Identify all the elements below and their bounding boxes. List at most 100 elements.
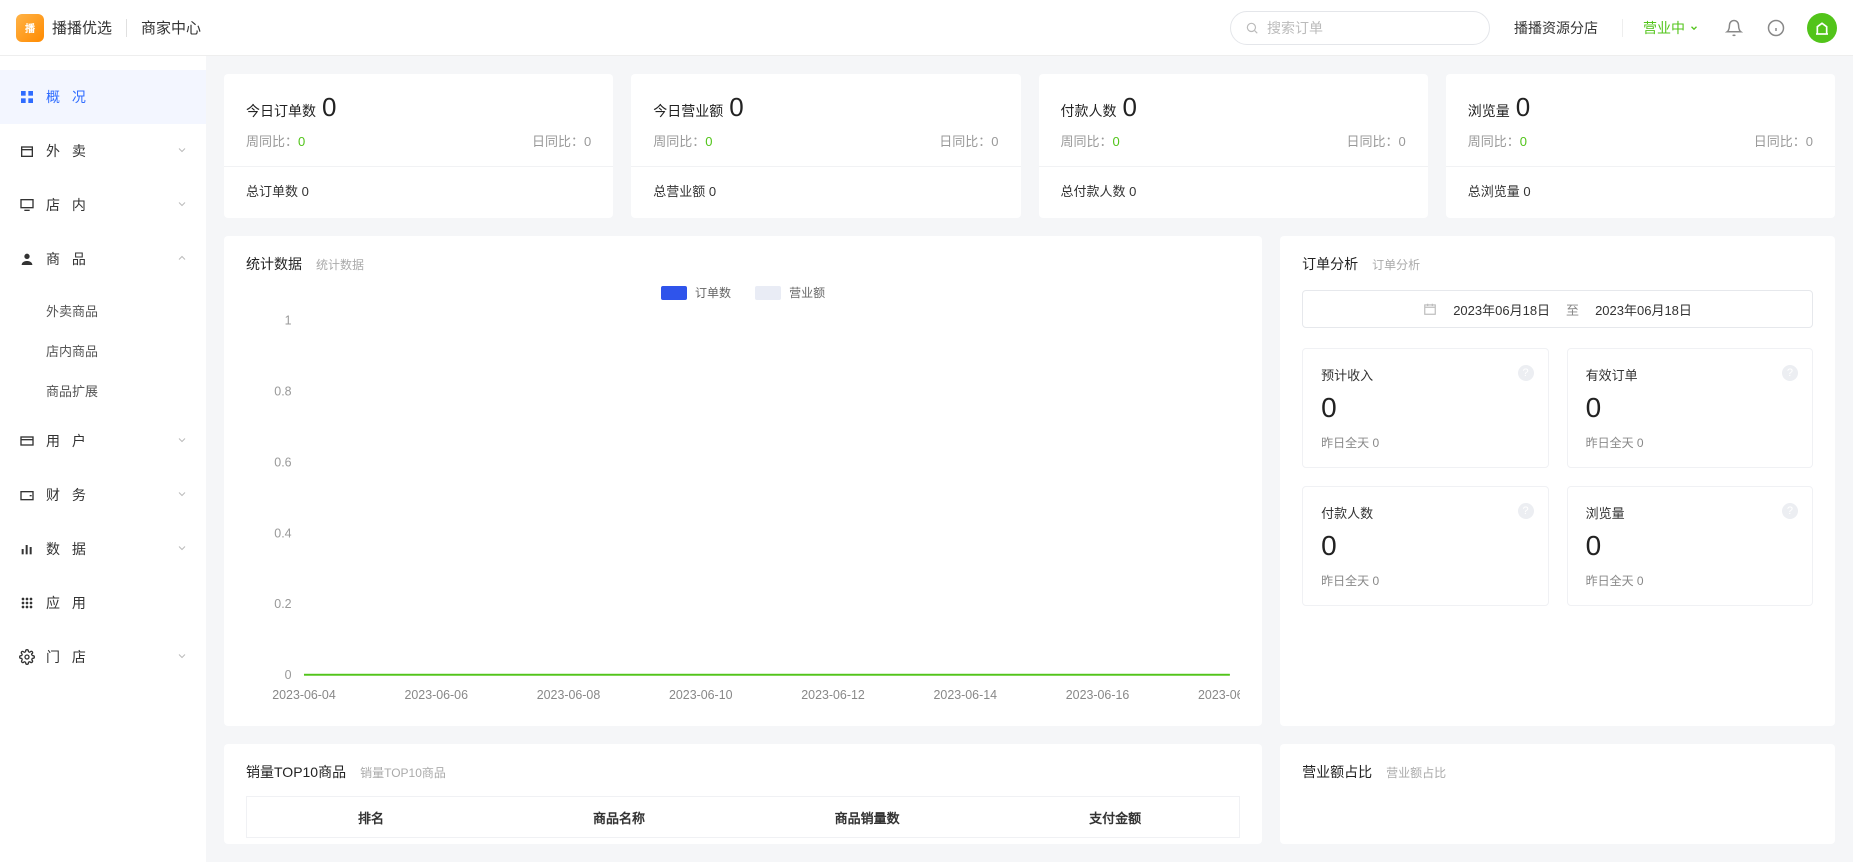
mini-value: 0 — [1586, 392, 1794, 424]
dod-compare: 日同比：0 — [939, 131, 998, 150]
stat-total: 总浏览量 0 — [1468, 181, 1813, 200]
monitor-icon — [18, 196, 36, 214]
stat-value: 0 — [1123, 92, 1137, 123]
chevron-down-icon — [176, 143, 188, 159]
analysis-mini-card: 预计收入 ? 0 昨日全天 0 — [1302, 348, 1548, 468]
help-icon[interactable]: ? — [1518, 503, 1534, 519]
legend-label: 营业额 — [789, 284, 825, 301]
stat-total: 总订单数 0 — [246, 181, 591, 200]
divider — [1622, 19, 1623, 37]
help-icon[interactable]: ? — [1782, 503, 1798, 519]
mini-sub: 昨日全天 0 — [1586, 434, 1794, 451]
panel-title: 销量TOP10商品 — [246, 762, 346, 782]
sidebar-subitem-instore-products[interactable]: 店内商品 — [0, 330, 206, 370]
mini-label: 预计收入 — [1321, 365, 1529, 384]
table-column-header: 排名 — [247, 808, 495, 827]
analysis-mini-card: 有效订单 ? 0 昨日全天 0 — [1567, 348, 1813, 468]
mini-label: 付款人数 — [1321, 503, 1529, 522]
stats-panel: 统计数据 统计数据 订单数 营业额 00.20.40.60.812023-06-… — [224, 236, 1262, 726]
panel-subtitle: 销量TOP10商品 — [360, 764, 446, 781]
mini-value: 0 — [1586, 530, 1794, 562]
sidebar-item-instore[interactable]: 店 内 — [0, 178, 206, 232]
legend-item-revenue[interactable]: 营业额 — [755, 284, 825, 301]
sidebar-subitem-product-extension[interactable]: 商品扩展 — [0, 370, 206, 410]
sidebar-item-label: 店 内 — [46, 195, 90, 215]
sidebar-subitem-delivery-products[interactable]: 外卖商品 — [0, 290, 206, 330]
mini-sub: 昨日全天 0 — [1586, 572, 1794, 589]
help-icon[interactable]: ? — [1518, 365, 1534, 381]
sidebar-item-label: 用 户 — [46, 431, 90, 451]
sidebar-item-delivery[interactable]: 外 卖 — [0, 124, 206, 178]
date-to-label: 至 — [1566, 300, 1579, 319]
chevron-down-icon — [176, 433, 188, 449]
resource-link[interactable]: 播播资源分店 — [1514, 18, 1598, 38]
svg-text:2023-06-12: 2023-06-12 — [801, 687, 865, 703]
svg-text:2023-06-10: 2023-06-10 — [669, 687, 733, 703]
stat-title: 今日营业额 — [653, 101, 723, 121]
sidebar-item-label: 商 品 — [46, 249, 90, 269]
logo-icon: 播 — [16, 14, 44, 42]
stat-title: 付款人数 — [1061, 101, 1117, 121]
wow-compare: 周同比：0 — [653, 131, 712, 150]
analysis-mini-cards: 预计收入 ? 0 昨日全天 0 有效订单 ? 0 昨日全天 0 付款人数 ? 0… — [1302, 348, 1813, 606]
stat-value: 0 — [1516, 92, 1530, 123]
svg-text:2023-06-08: 2023-06-08 — [537, 687, 601, 703]
mini-value: 0 — [1321, 530, 1529, 562]
svg-text:0.4: 0.4 — [274, 525, 291, 541]
mini-value: 0 — [1321, 392, 1529, 424]
analysis-mini-card: 浏览量 ? 0 昨日全天 0 — [1567, 486, 1813, 606]
stat-total: 总营业额 0 — [653, 181, 998, 200]
legend-label: 订单数 — [695, 284, 731, 301]
table-column-header: 商品名称 — [495, 808, 743, 827]
top10-table-header: 排名商品名称商品销量数支付金额 — [246, 796, 1240, 838]
main-content: 今日订单数 0 周同比：0 日同比：0 总订单数 0 今日营业额 0 周同比：0… — [206, 56, 1853, 862]
stat-value: 0 — [729, 92, 743, 123]
sidebar-item-products[interactable]: 商 品 — [0, 232, 206, 286]
stat-card: 今日营业额 0 周同比：0 日同比：0 总营业额 0 — [631, 74, 1020, 218]
header: 播 播播优选 商家中心 搜索订单 播播资源分店 营业中 — [0, 0, 1853, 56]
box-icon — [18, 142, 36, 160]
help-icon[interactable]: ? — [1782, 365, 1798, 381]
svg-text:2023-06-14: 2023-06-14 — [934, 687, 998, 703]
dod-compare: 日同比：0 — [1754, 131, 1813, 150]
date-from: 2023年06月18日 — [1453, 300, 1550, 319]
dod-compare: 日同比：0 — [532, 131, 591, 150]
table-column-header: 支付金额 — [991, 808, 1239, 827]
stat-card: 浏览量 0 周同比：0 日同比：0 总浏览量 0 — [1446, 74, 1835, 218]
panel-subtitle: 营业额占比 — [1386, 764, 1446, 781]
sidebar-submenu-products: 外卖商品 店内商品 商品扩展 — [0, 286, 206, 414]
chevron-down-icon — [176, 487, 188, 503]
panel-subtitle: 订单分析 — [1372, 256, 1420, 273]
sidebar-item-finance[interactable]: 财 务 — [0, 468, 206, 522]
store-status-dropdown[interactable]: 营业中 — [1643, 18, 1699, 38]
chart-legend: 订单数 营业额 — [246, 284, 1240, 301]
analysis-mini-card: 付款人数 ? 0 昨日全天 0 — [1302, 486, 1548, 606]
sidebar-item-users[interactable]: 用 户 — [0, 414, 206, 468]
info-icon[interactable] — [1765, 17, 1787, 39]
apps-icon — [18, 594, 36, 612]
bell-icon[interactable] — [1723, 17, 1745, 39]
table-column-header: 商品销量数 — [743, 808, 991, 827]
legend-swatch — [755, 286, 781, 300]
sidebar-item-apps[interactable]: 应 用 — [0, 576, 206, 630]
sidebar-item-store[interactable]: 门 店 — [0, 630, 206, 684]
chevron-down-icon — [176, 541, 188, 557]
sidebar-item-label: 财 务 — [46, 485, 90, 505]
date-to: 2023年06月18日 — [1595, 300, 1692, 319]
avatar[interactable] — [1807, 13, 1837, 43]
sidebar-item-overview[interactable]: 概 况 — [0, 70, 206, 124]
person-icon — [18, 250, 36, 268]
legend-item-orders[interactable]: 订单数 — [661, 284, 731, 301]
panel-subtitle: 统计数据 — [316, 256, 364, 273]
panel-title: 营业额占比 — [1302, 762, 1372, 782]
sidebar-item-data[interactable]: 数 据 — [0, 522, 206, 576]
chevron-down-icon — [176, 649, 188, 665]
chevron-down-icon — [176, 197, 188, 213]
search-input[interactable]: 搜索订单 — [1230, 11, 1490, 45]
svg-text:2023-06-16: 2023-06-16 — [1066, 687, 1130, 703]
revenue-ratio-panel: 营业额占比 营业额占比 — [1280, 744, 1835, 844]
svg-text:0: 0 — [285, 667, 292, 683]
date-range-picker[interactable]: 2023年06月18日 至 2023年06月18日 — [1302, 290, 1813, 328]
calendar-icon — [1423, 302, 1437, 316]
grid-icon — [18, 88, 36, 106]
